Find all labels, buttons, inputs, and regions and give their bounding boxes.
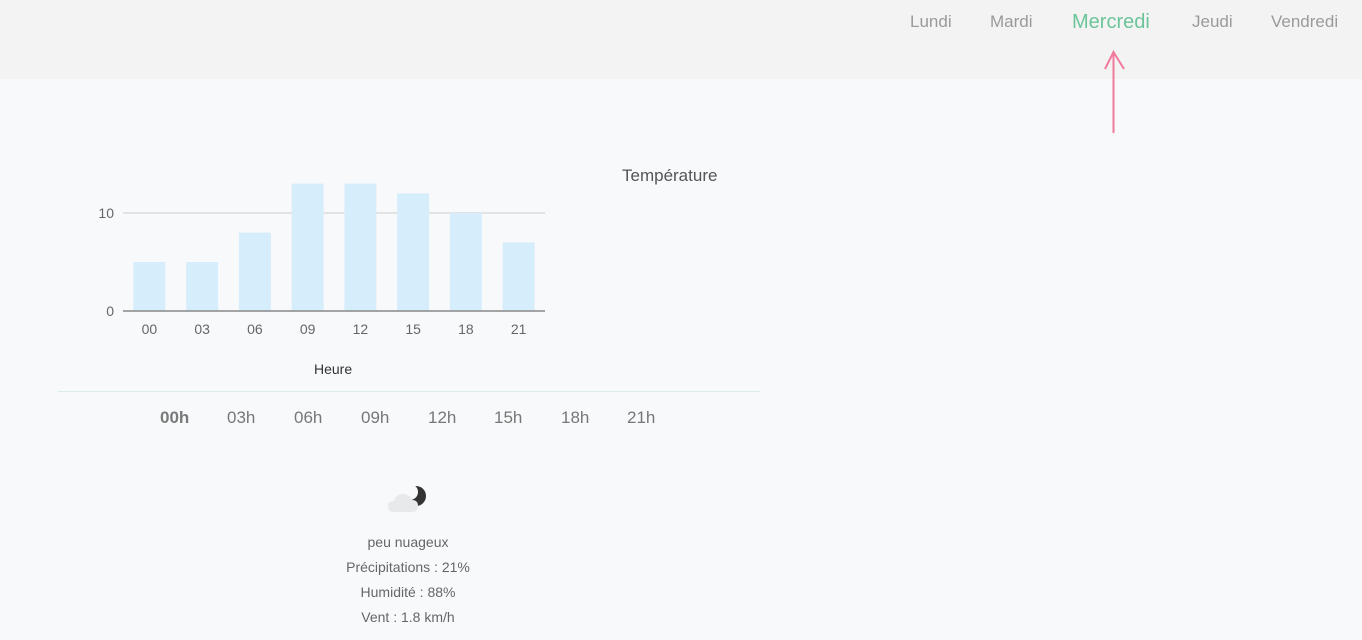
x-tick-label: 18	[458, 321, 474, 337]
x-tick-label: 21	[511, 321, 527, 337]
hour-tab-21h[interactable]: 21h	[627, 408, 655, 428]
chart-bar	[449, 213, 482, 311]
x-tick-label: 03	[194, 321, 210, 337]
x-tick-label: 00	[142, 321, 158, 337]
chart-bar	[186, 262, 219, 311]
day-tab-vendredi[interactable]: Vendredi	[1271, 12, 1338, 32]
divider	[58, 391, 760, 392]
chart-bar	[502, 242, 535, 311]
day-tab-jeudi[interactable]: Jeudi	[1192, 12, 1233, 32]
chart-bar	[291, 183, 324, 311]
x-tick-label: 15	[405, 321, 421, 337]
chart-bar	[133, 262, 166, 311]
day-tab-lundi[interactable]: Lundi	[910, 12, 952, 32]
hour-tab-12h[interactable]: 12h	[428, 408, 456, 428]
humidity-value: Humidité : 88%	[360, 584, 456, 600]
y-tick-label: 10	[98, 205, 114, 221]
wind-value: Vent : 1.8 km/h	[361, 609, 455, 625]
annotation-arrow	[1104, 49, 1125, 133]
chart-x-axis-label: Heure	[314, 361, 353, 377]
weather-condition: peu nuageux	[367, 534, 449, 550]
x-tick-label: 06	[247, 321, 263, 337]
day-tab-mercredi[interactable]: Mercredi	[1072, 11, 1150, 34]
precipitation-value: Précipitations : 21%	[346, 559, 470, 575]
hour-tab-00h[interactable]: 00h	[160, 408, 189, 428]
chart-title: Température	[622, 166, 718, 185]
x-tick-label: 09	[300, 321, 316, 337]
cloud-moon-icon	[388, 484, 426, 512]
hour-tab-18h[interactable]: 18h	[561, 408, 589, 428]
day-tab-mardi[interactable]: Mardi	[990, 12, 1033, 32]
y-tick-label: 0	[106, 303, 114, 319]
hour-tab-09h[interactable]: 09h	[361, 408, 389, 428]
hour-tab-03h[interactable]: 03h	[227, 408, 255, 428]
chart-bar	[344, 183, 377, 311]
chart-bar	[397, 193, 430, 311]
chart-bar	[238, 232, 271, 311]
x-tick-label: 12	[353, 321, 369, 337]
hour-tab-06h[interactable]: 06h	[294, 408, 322, 428]
hour-tab-15h[interactable]: 15h	[494, 408, 522, 428]
